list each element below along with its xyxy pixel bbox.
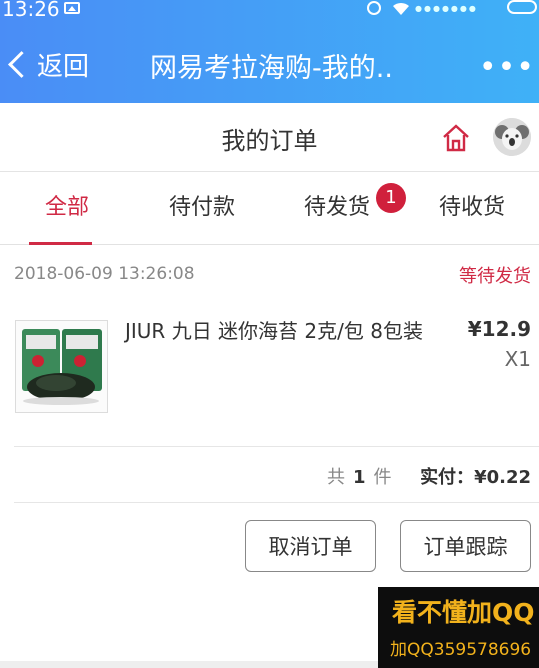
track-order-button[interactable]: 订单跟踪 [400, 520, 531, 572]
alarm-icon [367, 1, 381, 15]
back-label: 返回 [37, 51, 90, 82]
bottom-bar [0, 661, 378, 668]
tab-all[interactable]: 全部 [0, 172, 134, 245]
order-header: 2018-06-09 13:26:08 等待发货 [0, 245, 539, 304]
tab-label: 待收货 [438, 195, 505, 220]
product-price: ¥12.9 [467, 317, 531, 341]
product-quantity: X1 [504, 347, 531, 371]
status-icons: ●●●●●●● [359, 0, 539, 20]
watermark-ad: 看不懂加QQ 加QQ359578696 [378, 587, 539, 668]
cancel-order-button[interactable]: 取消订单 [245, 520, 376, 572]
home-icon[interactable] [441, 123, 471, 153]
count-prefix: 共 [327, 467, 345, 488]
battery-icon [507, 0, 537, 14]
ad-line1: 看不懂加QQ [392, 598, 535, 627]
chevron-left-icon [8, 50, 35, 78]
window-title: 网易考拉海购-我的.. [150, 53, 393, 84]
count-value: 1 [353, 467, 366, 488]
tab-label: 待付款 [168, 195, 235, 220]
divider [14, 502, 539, 503]
order-status: 等待发货 [459, 266, 531, 287]
more-menu-icon[interactable]: ••• [479, 50, 535, 85]
count-suffix: 件 [373, 467, 392, 488]
product-image [15, 320, 108, 413]
image-icon [64, 2, 80, 14]
item-count: 共1件 [327, 463, 392, 489]
page-header: 我的订单 [0, 103, 539, 172]
tab-label: 全部 [44, 195, 89, 220]
tab-label: 待发货 [303, 195, 370, 220]
tab-pending-receipt[interactable]: 待收货 [405, 172, 539, 244]
tab-pending-payment[interactable]: 待付款 [135, 172, 269, 244]
avatar[interactable] [493, 118, 531, 156]
paid-label: 实付： [420, 467, 475, 488]
order-tabs: 全部 待付款 待发货 1 待收货 [0, 172, 539, 245]
signal-icon: ●●●●●●● [415, 4, 478, 13]
product-name: JIUR 九日 迷你海苔 2克/包 8包装 [125, 319, 423, 343]
paid-total: 实付：¥0.22 [420, 463, 531, 489]
wifi-icon [391, 0, 411, 20]
paid-amount: ¥0.22 [474, 467, 531, 488]
back-button[interactable]: 返回 [4, 44, 89, 84]
app-header: 13:26 ●●●●●●● 返回 网易考拉海购-我的.. ••• [0, 0, 539, 103]
ad-line2: 加QQ359578696 [390, 640, 532, 660]
order-item[interactable]: JIUR 九日 迷你海苔 2克/包 8包装 ¥12.9 X1 [0, 303, 539, 446]
order-date: 2018-06-09 13:26:08 [14, 264, 195, 284]
status-bar: 13:26 ●●●●●●● [0, 0, 539, 21]
status-time: 13:26 [2, 0, 60, 21]
pending-shipment-badge: 1 [376, 183, 406, 213]
order-summary: 共1件 实付：¥0.22 [0, 447, 539, 502]
